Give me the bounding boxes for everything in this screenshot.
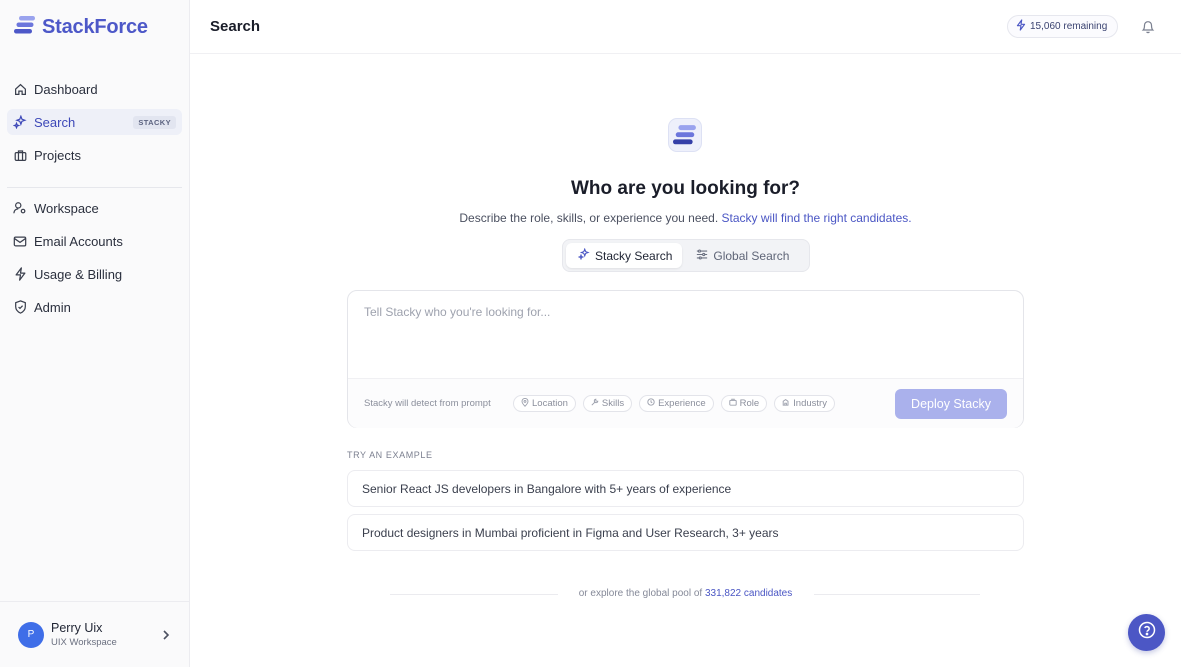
briefcase-icon [728,398,737,409]
wrench-icon [591,398,599,409]
chip-experience: Experience [639,395,714,412]
chip-location: Location [513,395,576,412]
examples-label: TRY AN EXAMPLE [347,450,433,460]
tab-label: Stacky Search [595,248,673,263]
sidebar-item-label: Admin [34,299,71,315]
tab-global-search[interactable]: Global Search [684,243,799,268]
hero-subtitle-accent: Stacky will find the right candidates. [721,211,912,225]
sidebar: StackForce Dashboard Search STACKY Proje… [0,0,190,667]
credits-badge[interactable]: 15,060 remaining [1007,15,1119,38]
sidebar-item-label: Usage & Billing [34,266,123,282]
brand-name: StackForce [42,15,148,38]
search-mode-toggle: Stacky Search Global Search [562,239,810,272]
chip-role: Role [720,395,768,412]
primary-nav: Dashboard Search STACKY Projects [7,76,182,175]
example-item[interactable]: Product designers in Mumbai proficient i… [347,514,1024,551]
sidebar-item-email-accounts[interactable]: Email Accounts [7,228,182,254]
sidebar-item-label: Dashboard [34,81,98,97]
briefcase-icon [13,148,27,162]
pin-icon [521,397,529,410]
deploy-stacky-button[interactable]: Deploy Stacky [895,389,1007,419]
chip-industry: Industry [774,395,835,412]
sidebar-item-label: Search [34,114,76,130]
sidebar-item-label: Workspace [34,200,99,216]
credits-text: 15,060 remaining [1030,21,1108,32]
sliders-icon [696,248,708,263]
user-workspace: UIX Workspace [51,637,117,648]
hero-subtitle: Describe the role, skills, or experience… [190,211,1181,225]
user-name: Perry Uix [51,621,103,635]
chip-label: Location [532,398,568,409]
chip-skills: Skills [582,395,633,412]
shield-icon [13,300,27,314]
explore-prefix: or explore the global pool of [578,588,703,599]
hero-subtitle-text: Describe the role, skills, or experience… [459,211,719,225]
explore-global-pool: or explore the global pool of 331,822 ca… [190,588,1181,602]
help-button[interactable] [1128,614,1165,651]
sidebar-item-admin[interactable]: Admin [7,294,182,320]
building-icon [782,398,790,409]
tab-label: Global Search [713,248,790,263]
top-header: Search 15,060 remaining [190,0,1181,54]
brand-logo[interactable]: StackForce [14,14,148,40]
sidebar-divider [7,187,182,188]
sidebar-item-search[interactable]: Search STACKY [7,109,182,135]
chip-label: Industry [793,398,827,409]
page-title: Search [210,18,261,35]
sidebar-item-projects[interactable]: Projects [7,142,182,168]
home-icon [13,82,27,96]
chip-label: Skills [601,398,625,409]
explore-candidates-link[interactable]: 331,822 candidates [705,588,792,599]
avatar: P [18,621,44,648]
bell-icon[interactable] [1141,19,1155,39]
sidebar-item-label: Email Accounts [34,233,123,249]
mail-icon [13,234,27,248]
sidebar-item-label: Projects [34,147,81,163]
chip-label: Role [739,398,760,409]
example-item[interactable]: Senior React JS developers in Bangalore … [347,470,1024,507]
sidebar-item-usage-billing[interactable]: Usage & Billing [7,261,182,287]
hero-title: Who are you looking for? [570,178,801,199]
prompt-card: Stacky will detect from prompt Location … [347,290,1024,428]
sparkle-icon [13,115,27,129]
tab-stacky-search[interactable]: Stacky Search [566,243,683,268]
user-gear-icon [13,201,27,215]
bolt-icon [1016,19,1026,34]
stack-logo-icon [14,15,36,40]
chip-label: Experience [658,398,706,409]
sparkle-icon [577,247,590,263]
bolt-icon [13,267,27,281]
explore-text: or explore the global pool of 331,822 ca… [190,588,1181,599]
detect-label: Stacky will detect from prompt [364,398,491,409]
help-icon [1138,621,1156,644]
secondary-nav: Workspace Email Accounts Usage & Billing… [7,195,182,327]
sidebar-item-workspace[interactable]: Workspace [7,195,182,221]
clock-icon [647,398,655,409]
sidebar-item-dashboard[interactable]: Dashboard [7,76,182,102]
detect-chips: Location Skills Experience Role Industry [513,395,835,412]
chevron-right-icon[interactable] [162,628,170,646]
search-main: Who are you looking for? Describe the ro… [190,54,1181,667]
user-profile[interactable]: P Perry Uix UIX Workspace [0,601,190,667]
prompt-footer: Stacky will detect from prompt Location … [348,378,1023,428]
stacky-logo-icon [668,118,702,152]
stacky-badge: STACKY [133,115,176,129]
prompt-input[interactable] [364,305,1004,367]
